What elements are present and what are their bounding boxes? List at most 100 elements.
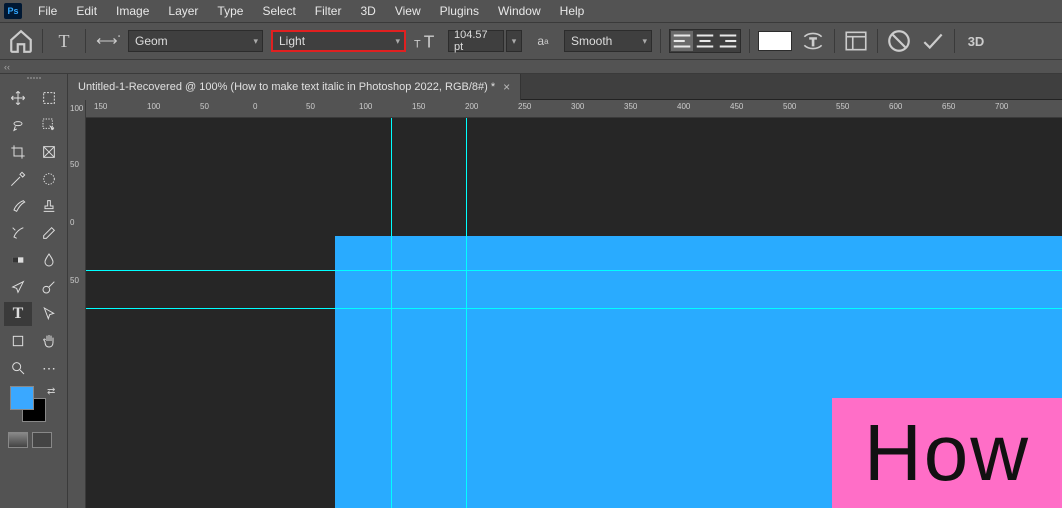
cancel-icon[interactable] bbox=[886, 28, 912, 54]
ruler-tick: 50 bbox=[70, 276, 79, 285]
object-select-tool[interactable] bbox=[35, 113, 63, 137]
align-left-button[interactable] bbox=[671, 31, 693, 51]
ruler-tick: 50 bbox=[200, 102, 209, 111]
ruler-tick: 50 bbox=[70, 160, 79, 169]
menu-plugins[interactable]: Plugins bbox=[431, 2, 488, 20]
text-layer-how[interactable]: How bbox=[832, 398, 1062, 508]
eraser-tool[interactable] bbox=[35, 221, 63, 245]
menu-3d[interactable]: 3D bbox=[351, 2, 384, 20]
pen-tool[interactable] bbox=[4, 275, 32, 299]
document-area: Untitled-1-Recovered @ 100% (How to make… bbox=[68, 74, 1062, 508]
document-tab[interactable]: Untitled-1-Recovered @ 100% (How to make… bbox=[68, 74, 521, 100]
text-orientation-icon[interactable]: ⟷T bbox=[94, 28, 120, 54]
ruler-tick: 400 bbox=[677, 102, 690, 111]
font-style-dropdown[interactable]: Light ▾ bbox=[271, 30, 406, 52]
font-family-dropdown[interactable]: Geom ▾ bbox=[128, 30, 263, 52]
collapse-strip[interactable]: ‹‹ bbox=[0, 60, 1062, 74]
close-icon[interactable]: × bbox=[503, 80, 510, 94]
font-family-value: Geom bbox=[135, 34, 168, 48]
svg-text:T: T bbox=[424, 32, 435, 52]
font-style-value: Light bbox=[279, 34, 305, 48]
svg-text:T: T bbox=[810, 36, 817, 48]
align-center-button[interactable] bbox=[694, 31, 716, 51]
guide-horizontal[interactable] bbox=[86, 270, 1062, 271]
menu-filter[interactable]: Filter bbox=[306, 2, 351, 20]
brush-tool[interactable] bbox=[4, 194, 32, 218]
menu-window[interactable]: Window bbox=[489, 2, 550, 20]
ruler-tick: 450 bbox=[730, 102, 743, 111]
toolbox: T ⋯ ⇄ bbox=[0, 74, 68, 508]
ruler-tick: 100 bbox=[70, 104, 83, 113]
separator bbox=[660, 29, 661, 53]
menu-file[interactable]: File bbox=[29, 2, 66, 20]
path-select-tool[interactable] bbox=[35, 302, 63, 326]
svg-text:T: T bbox=[414, 39, 421, 51]
standard-mode-button[interactable] bbox=[8, 432, 28, 448]
blur-tool[interactable] bbox=[35, 248, 63, 272]
lasso-tool[interactable] bbox=[4, 113, 32, 137]
align-right-button[interactable] bbox=[717, 31, 739, 51]
guide-vertical[interactable] bbox=[391, 118, 392, 508]
ruler-tick: 150 bbox=[412, 102, 425, 111]
ps-logo-icon: Ps bbox=[4, 3, 22, 19]
hand-tool[interactable] bbox=[35, 329, 63, 353]
marquee-tool[interactable] bbox=[35, 86, 63, 110]
patch-tool[interactable] bbox=[35, 167, 63, 191]
canvas[interactable]: How bbox=[86, 118, 1062, 508]
menu-select[interactable]: Select bbox=[253, 2, 304, 20]
ruler-tick: 100 bbox=[359, 102, 372, 111]
chevron-down-icon: ▾ bbox=[642, 36, 647, 47]
antialias-dropdown[interactable]: Smooth ▾ bbox=[564, 30, 652, 52]
color-picker-section: ⇄ bbox=[4, 386, 63, 428]
ruler-tick: 0 bbox=[253, 102, 257, 111]
stamp-tool[interactable] bbox=[35, 194, 63, 218]
font-size-chevron[interactable]: ▾ bbox=[506, 30, 522, 52]
ruler-tick: 600 bbox=[889, 102, 902, 111]
antialias-value: Smooth bbox=[571, 34, 612, 48]
menu-help[interactable]: Help bbox=[551, 2, 594, 20]
edit-toolbar[interactable]: ⋯ bbox=[35, 356, 63, 380]
menu-edit[interactable]: Edit bbox=[67, 2, 106, 20]
ruler-tick: 350 bbox=[624, 102, 637, 111]
text-content: How bbox=[864, 407, 1030, 499]
separator bbox=[42, 29, 43, 53]
type-tool[interactable]: T bbox=[4, 302, 32, 326]
ruler-tick: 550 bbox=[836, 102, 849, 111]
ruler-tick: 150 bbox=[94, 102, 107, 111]
menu-type[interactable]: Type bbox=[208, 2, 252, 20]
menu-view[interactable]: View bbox=[386, 2, 430, 20]
move-tool[interactable] bbox=[4, 86, 32, 110]
home-icon[interactable] bbox=[8, 28, 34, 54]
text-color-swatch[interactable] bbox=[758, 31, 792, 51]
shape-tool[interactable] bbox=[4, 329, 32, 353]
ruler-tick: 650 bbox=[942, 102, 955, 111]
menu-image[interactable]: Image bbox=[107, 2, 158, 20]
warp-text-icon[interactable]: T bbox=[800, 28, 826, 54]
separator bbox=[834, 29, 835, 53]
type-tool-indicator-icon: T bbox=[51, 28, 77, 54]
menu-layer[interactable]: Layer bbox=[159, 2, 207, 20]
crop-tool[interactable] bbox=[4, 140, 32, 164]
svg-text:⟷T: ⟷T bbox=[96, 32, 120, 49]
zoom-tool[interactable] bbox=[4, 356, 32, 380]
gradient-tool[interactable] bbox=[4, 248, 32, 272]
quickmask-group bbox=[4, 432, 63, 448]
swap-colors-icon[interactable]: ⇄ bbox=[47, 386, 57, 396]
quickmask-button[interactable] bbox=[32, 432, 52, 448]
3d-icon[interactable]: 3D bbox=[963, 28, 989, 54]
antialias-icon: aa bbox=[530, 28, 556, 54]
commit-icon[interactable] bbox=[920, 28, 946, 54]
guide-vertical[interactable] bbox=[466, 118, 467, 508]
font-size-icon: TT bbox=[414, 28, 440, 54]
horizontal-ruler[interactable]: 1501005005010015020025030035040045050055… bbox=[86, 100, 1062, 118]
dodge-tool[interactable] bbox=[35, 275, 63, 299]
panels-icon[interactable] bbox=[843, 28, 869, 54]
tool-grip-icon[interactable] bbox=[4, 77, 63, 83]
font-size-input[interactable]: 104.57 pt bbox=[448, 30, 504, 52]
eyedropper-tool[interactable] bbox=[4, 167, 32, 191]
vertical-ruler[interactable]: 100 50 0 50 bbox=[68, 100, 86, 508]
history-brush-tool[interactable] bbox=[4, 221, 32, 245]
foreground-color-swatch[interactable] bbox=[10, 386, 34, 410]
frame-tool[interactable] bbox=[35, 140, 63, 164]
guide-horizontal[interactable] bbox=[86, 308, 1062, 309]
